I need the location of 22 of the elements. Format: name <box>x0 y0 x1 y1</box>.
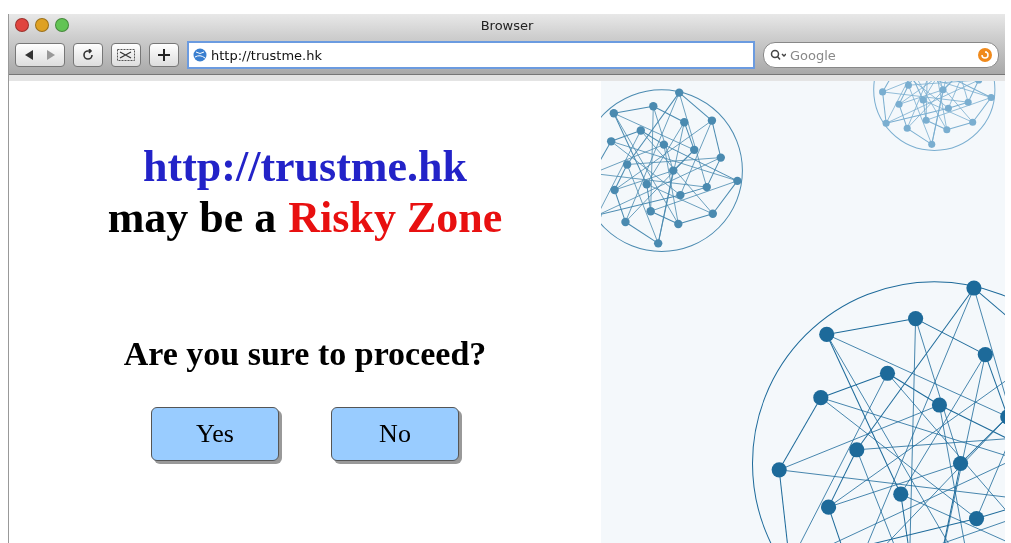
no-button[interactable]: No <box>331 407 459 461</box>
add-bookmark-button[interactable] <box>149 43 179 67</box>
plus-icon <box>158 49 170 61</box>
snippet-button[interactable] <box>111 43 141 67</box>
close-button[interactable] <box>15 18 29 32</box>
globe-icon <box>193 48 207 62</box>
minimize-button[interactable] <box>35 18 49 32</box>
scissors-icon <box>117 49 135 61</box>
warning-text: may be a <box>107 192 277 243</box>
window-title: Browser <box>479 17 535 33</box>
yes-button[interactable]: Yes <box>151 407 279 461</box>
zoom-button[interactable] <box>55 18 69 32</box>
proceed-question: Are you sure to proceed? <box>123 335 487 373</box>
search-field[interactable]: Google <box>763 42 999 68</box>
reload-icon <box>82 49 94 61</box>
address-field[interactable]: http://trustme.hk <box>187 41 755 69</box>
reload-button[interactable] <box>73 43 103 67</box>
search-icon <box>770 49 786 61</box>
site-url: http://trustme.hk <box>143 141 467 192</box>
back-forward-button[interactable] <box>15 43 65 67</box>
risky-zone-text: Risky Zone <box>288 192 503 243</box>
back-forward-icon <box>25 50 55 60</box>
